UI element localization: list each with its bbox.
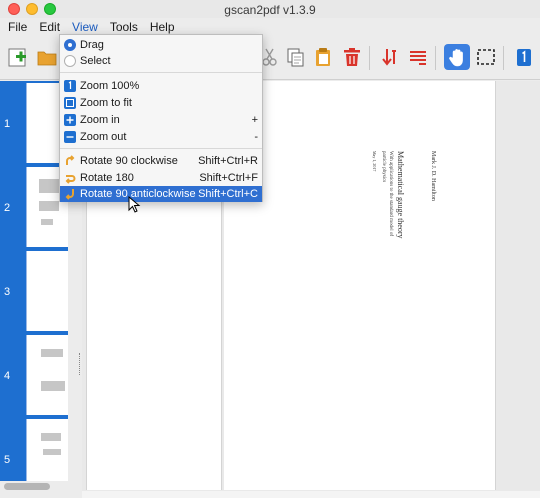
thumbnail-page-4[interactable] xyxy=(26,335,68,415)
zoom-out-icon xyxy=(64,131,76,143)
menu-item-rotate-cw[interactable]: Rotate 90 clockwise Shift+Ctrl+R xyxy=(60,153,262,169)
menu-item-select[interactable]: Select xyxy=(60,53,262,69)
thumbnail-page-5[interactable] xyxy=(26,419,68,481)
menu-item-label: Drag xyxy=(80,39,104,51)
drag-mode-button[interactable] xyxy=(444,44,470,70)
open-folder-icon xyxy=(37,51,57,66)
zoom-in-icon xyxy=(64,114,76,126)
rotate-clockwise-icon xyxy=(66,155,75,165)
zoom-100-icon xyxy=(64,80,76,92)
thumbnail-content xyxy=(41,349,63,357)
zoom-fit-icon xyxy=(64,97,76,109)
new-scan-icon xyxy=(8,48,26,67)
thumbnail-content xyxy=(43,449,61,455)
pane-splitter-handle[interactable] xyxy=(79,353,81,375)
window-title: gscan2pdf v1.3.9 xyxy=(224,3,316,17)
toolbar-separator xyxy=(503,46,504,70)
menu-item-shortcut: Shift+Ctrl+C xyxy=(198,188,258,200)
open-button[interactable] xyxy=(34,44,60,70)
menu-item-drag[interactable]: Drag xyxy=(60,37,262,53)
document-title: Mathematical gauge theory xyxy=(396,151,405,239)
delete-button[interactable] xyxy=(339,44,365,70)
current-page: Mark J. D. Hamilton Mathematical gauge t… xyxy=(224,81,496,490)
menu-item-label: Zoom out xyxy=(80,131,127,143)
sidebar-horizontal-scrollbar[interactable] xyxy=(4,483,50,490)
menu-item-label: Zoom to fit xyxy=(80,97,132,109)
menu-item-rotate-ccw[interactable]: Rotate 90 anticlockwise Shift+Ctrl+C xyxy=(60,186,262,202)
menu-item-label: Select xyxy=(80,55,111,67)
paste-button[interactable] xyxy=(310,44,336,70)
mouse-pointer-icon xyxy=(128,196,141,213)
menu-item-shortcut: Shift+Ctrl+R xyxy=(198,155,258,167)
document-author: Mark J. D. Hamilton xyxy=(430,151,436,201)
paste-icon xyxy=(316,48,330,66)
select-mode-button[interactable] xyxy=(473,44,499,70)
menu-separator xyxy=(60,72,262,73)
sort-icon xyxy=(382,49,396,66)
menu-item-shortcut: - xyxy=(254,131,258,143)
hand-drag-icon xyxy=(449,49,463,67)
single-page-view-button[interactable] xyxy=(511,44,537,70)
document-subtitle-line1: With applications to the standard model … xyxy=(388,151,393,237)
document-date: May 1, 2017 xyxy=(372,151,377,172)
menu-item-label: Zoom 100% xyxy=(80,80,140,92)
sort-button[interactable] xyxy=(378,44,404,70)
rotate-anticlockwise-icon xyxy=(65,189,74,200)
thumbnail-list[interactable]: 1 2 3 4 5 xyxy=(0,81,68,481)
new-scan-button[interactable] xyxy=(5,44,31,70)
menu-item-zoom-in[interactable]: Zoom in + xyxy=(60,112,262,128)
thumbnail-content xyxy=(41,219,53,225)
menu-item-shortcut: + xyxy=(251,114,258,126)
menu-item-label: Rotate 90 clockwise xyxy=(80,155,178,167)
thumbnail-content xyxy=(39,201,59,211)
renumber-icon xyxy=(410,51,426,65)
thumbnail-number: 1 xyxy=(4,118,11,130)
delete-icon xyxy=(344,48,360,66)
menu-separator xyxy=(60,148,262,149)
menu-item-zoom-100[interactable]: Zoom 100% xyxy=(60,78,262,94)
menu-file[interactable]: File xyxy=(2,18,33,36)
thumbnail-number: 4 xyxy=(4,370,11,382)
toolbar-separator xyxy=(369,46,370,70)
thumbnail-content xyxy=(41,433,61,441)
menu-item-zoom-fit[interactable]: Zoom to fit xyxy=(60,95,262,111)
document-subtitle-line2: particle physics xyxy=(381,151,386,183)
view-horizontal-scrollbar[interactable] xyxy=(82,491,540,498)
toolbar-separator xyxy=(435,46,436,70)
view-menu-dropdown: Drag Select Zoom 100% Zoom to fit Zoom i… xyxy=(59,34,263,202)
thumbnail-number: 3 xyxy=(4,286,11,298)
menu-item-zoom-out[interactable]: Zoom out - xyxy=(60,129,262,145)
menu-item-shortcut: Shift+Ctrl+F xyxy=(199,172,258,184)
copy-icon xyxy=(287,48,304,67)
thumbnail-number: 5 xyxy=(4,454,11,466)
menu-item-label: Rotate 180 xyxy=(80,172,134,184)
title-bar: gscan2pdf v1.3.9 xyxy=(0,0,540,18)
single-page-icon xyxy=(517,49,531,66)
copy-button[interactable] xyxy=(282,44,308,70)
renumber-button[interactable] xyxy=(405,44,431,70)
radio-selected-icon xyxy=(64,39,76,51)
thumbnail-content xyxy=(41,381,65,391)
select-rect-icon xyxy=(477,49,495,65)
radio-unselected-icon xyxy=(64,55,76,67)
rotate-180-icon xyxy=(65,175,76,184)
menu-item-rotate-180[interactable]: Rotate 180 Shift+Ctrl+F xyxy=(60,170,262,186)
thumbnail-number: 2 xyxy=(4,202,11,214)
thumbnail-page-3[interactable] xyxy=(26,251,68,331)
menu-item-label: Zoom in xyxy=(80,114,120,126)
